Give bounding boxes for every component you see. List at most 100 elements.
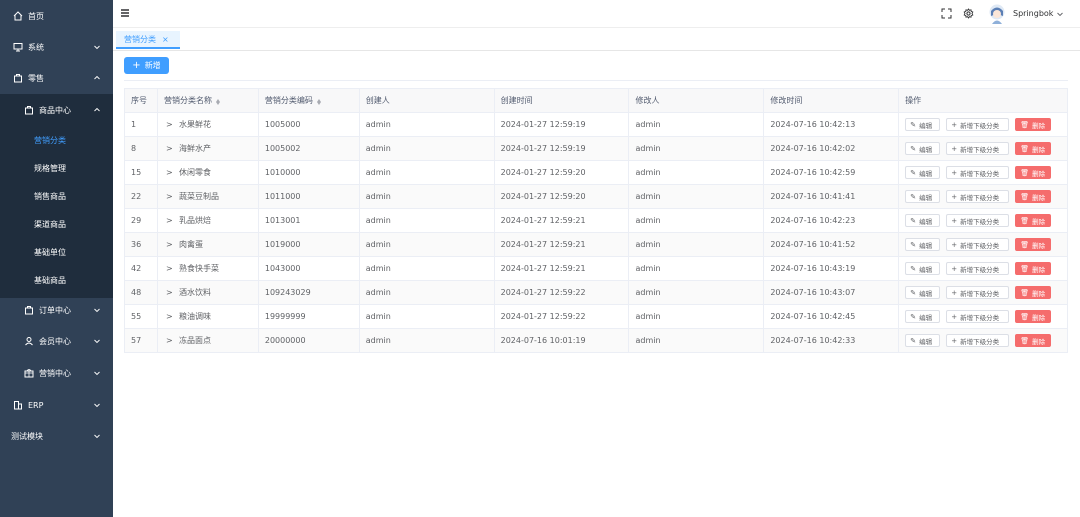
trash-icon: 🗑: [1020, 168, 1030, 177]
header-index: 序号: [125, 89, 158, 112]
sidebar-item-marketing-category[interactable]: 营销分类: [0, 130, 113, 150]
delete-button[interactable]: 🗑 删除: [1015, 334, 1052, 347]
cell-modified-time: 2024-07-16 10:43:07: [764, 281, 900, 304]
delete-button[interactable]: 🗑 删除: [1015, 118, 1052, 131]
gear-icon[interactable]: [963, 8, 974, 19]
expand-icon[interactable]: >: [166, 216, 174, 225]
sidebar-item-home[interactable]: 首页: [0, 6, 113, 26]
edit-button[interactable]: ✎ 编辑: [905, 334, 941, 347]
cell-modified-time: 2024-07-16 10:41:52: [764, 233, 900, 256]
chevron-down-icon[interactable]: [1056, 10, 1064, 18]
cell-name: > 粮油调味: [158, 305, 259, 328]
expand-icon[interactable]: >: [166, 144, 174, 153]
header-created-time: 创建时间: [495, 89, 630, 112]
edit-button[interactable]: ✎ 编辑: [905, 118, 941, 131]
header-name[interactable]: 营销分类名称: [158, 89, 259, 112]
cell-actions: ✎ 编辑 + 新增下级分类 🗑 删除: [899, 329, 1068, 352]
add-subcategory-button[interactable]: + 新增下级分类: [946, 118, 1010, 131]
sidebar-item-marketing-center[interactable]: 营销中心: [0, 363, 113, 383]
sort-icon[interactable]: [215, 97, 221, 105]
edit-button[interactable]: ✎ 编辑: [905, 214, 941, 227]
expand-icon[interactable]: >: [166, 192, 174, 201]
cell-name: > 休闲零食: [158, 161, 259, 184]
sidebar-item-product-center[interactable]: 商品中心: [0, 100, 113, 120]
delete-button[interactable]: 🗑 删除: [1015, 262, 1052, 275]
cell-name: > 熟食快手菜: [158, 257, 259, 280]
sidebar-item-system[interactable]: 系统: [0, 37, 113, 57]
close-icon[interactable]: ×: [162, 35, 169, 44]
expand-icon[interactable]: >: [166, 336, 174, 345]
delete-button[interactable]: 🗑 删除: [1015, 214, 1052, 227]
cell-name: > 冻品面点: [158, 329, 259, 352]
header-code[interactable]: 营销分类编码: [259, 89, 360, 112]
cell-name: > 海鲜水产: [158, 137, 259, 160]
cell-code: 109243029: [259, 281, 360, 304]
add-subcategory-button[interactable]: + 新增下级分类: [946, 238, 1010, 251]
fullscreen-icon[interactable]: [941, 8, 952, 19]
category-table: 序号 营销分类名称 营销分类编码 创建人 创建时间 修改人 修改时间 操作 1 >…: [124, 88, 1068, 353]
sidebar-item-retail[interactable]: 零售: [0, 68, 113, 88]
delete-button[interactable]: 🗑 删除: [1015, 310, 1052, 323]
cell-name: > 蔬菜豆制品: [158, 185, 259, 208]
cell-creator: admin: [360, 257, 495, 280]
sort-icon[interactable]: [316, 97, 322, 105]
delete-button[interactable]: 🗑 删除: [1015, 286, 1052, 299]
table-row: 29 > 乳品烘焙 1013001 admin 2024-01-27 12:59:21 ad…: [125, 209, 1068, 233]
edit-button[interactable]: ✎ 编辑: [905, 286, 941, 299]
expand-icon[interactable]: >: [166, 264, 174, 273]
hamburger-icon[interactable]: [120, 8, 130, 18]
add-subcategory-button[interactable]: + 新增下级分类: [946, 334, 1010, 347]
expand-icon[interactable]: >: [166, 240, 174, 249]
sidebar-item-sales-product[interactable]: 销售商品: [0, 186, 113, 206]
cell-actions: ✎ 编辑 + 新增下级分类 🗑 删除: [899, 305, 1068, 328]
add-subcategory-button[interactable]: + 新增下级分类: [946, 214, 1010, 227]
plus-icon: +: [951, 192, 958, 201]
trash-icon: 🗑: [1020, 144, 1030, 153]
trash-icon: 🗑: [1020, 216, 1030, 225]
home-icon: [13, 11, 23, 21]
cell-name: > 水果鲜花: [158, 113, 259, 136]
add-subcategory-button[interactable]: + 新增下级分类: [946, 262, 1010, 275]
sidebar-item-order-center[interactable]: 订单中心: [0, 300, 113, 320]
edit-button[interactable]: ✎ 编辑: [905, 262, 941, 275]
sidebar-item-erp[interactable]: ERP: [0, 395, 113, 415]
sidebar-item-channel-product[interactable]: 渠道商品: [0, 214, 113, 234]
add-subcategory-button[interactable]: + 新增下级分类: [946, 190, 1010, 203]
plus-icon: +: [951, 144, 958, 153]
delete-button[interactable]: 🗑 删除: [1015, 238, 1052, 251]
cell-created-time: 2024-01-27 12:59:20: [495, 161, 630, 184]
monitor-icon: [13, 42, 23, 52]
expand-icon[interactable]: >: [166, 288, 174, 297]
add-subcategory-button[interactable]: + 新增下级分类: [946, 310, 1010, 323]
edit-button[interactable]: ✎ 编辑: [905, 142, 941, 155]
expand-icon[interactable]: >: [166, 168, 174, 177]
cell-code: 1010000: [259, 161, 360, 184]
cell-modified-time: 2024-07-16 10:42:45: [764, 305, 900, 328]
sidebar-item-spec-management[interactable]: 规格管理: [0, 158, 113, 178]
edit-button[interactable]: ✎ 编辑: [905, 190, 941, 203]
sidebar-item-base-unit[interactable]: 基础单位: [0, 242, 113, 262]
cell-code: 1013001: [259, 209, 360, 232]
sidebar-item-test-module[interactable]: 测试模块: [0, 426, 113, 446]
expand-icon[interactable]: >: [166, 312, 174, 321]
delete-button[interactable]: 🗑 删除: [1015, 142, 1052, 155]
add-subcategory-button[interactable]: + 新增下级分类: [946, 166, 1010, 179]
add-button[interactable]: + 新增: [124, 57, 169, 74]
expand-icon[interactable]: >: [166, 120, 174, 129]
delete-button[interactable]: 🗑 删除: [1015, 166, 1052, 179]
edit-button[interactable]: ✎ 编辑: [905, 310, 941, 323]
username[interactable]: Springbok: [1013, 9, 1053, 18]
chevron-down-icon: [94, 371, 100, 376]
edit-button[interactable]: ✎ 编辑: [905, 166, 941, 179]
avatar[interactable]: [988, 4, 1006, 24]
tab-marketing-category[interactable]: 营销分类 ×: [116, 31, 180, 49]
sidebar-item-label: 订单中心: [39, 305, 71, 315]
delete-button[interactable]: 🗑 删除: [1015, 190, 1052, 203]
edit-button[interactable]: ✎ 编辑: [905, 238, 941, 251]
plus-icon: +: [951, 168, 958, 177]
cell-index: 22: [125, 185, 158, 208]
sidebar-item-base-product[interactable]: 基础商品: [0, 270, 113, 290]
add-subcategory-button[interactable]: + 新增下级分类: [946, 142, 1010, 155]
sidebar-item-member-center[interactable]: 会员中心: [0, 331, 113, 351]
add-subcategory-button[interactable]: + 新增下级分类: [946, 286, 1010, 299]
